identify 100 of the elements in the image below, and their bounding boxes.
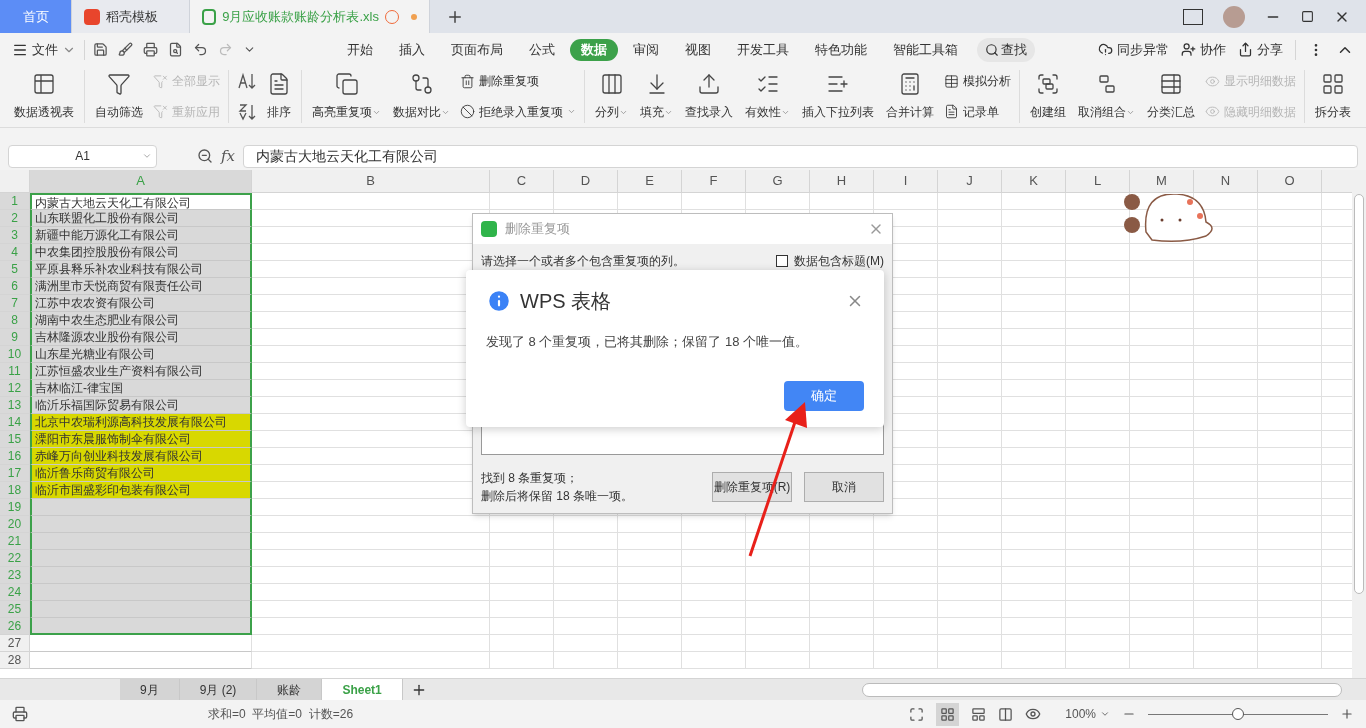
undo-icon[interactable] [193, 42, 208, 57]
ribbon-button[interactable]: 记录单 [944, 102, 1011, 121]
message-text: 发现了 8 个重复项，已将其删除；保留了 18 个唯一值。 [486, 333, 810, 351]
app-logo-icon [481, 221, 497, 237]
spreadsheet-icon [202, 8, 217, 25]
menu-tab[interactable]: 智能工具箱 [882, 38, 969, 61]
tab-label: 首页 [22, 7, 49, 26]
sort-ascending-icon[interactable] [237, 72, 257, 91]
column-header[interactable]: D [554, 170, 618, 192]
ok-button[interactable]: 确定 [784, 381, 864, 411]
header-checkbox[interactable]: 数据包含标题(M) [776, 252, 884, 270]
fullscreen-icon[interactable] [909, 706, 925, 722]
horizontal-scrollbar[interactable] [862, 682, 1342, 697]
column-header[interactable]: N [1194, 170, 1258, 192]
sheet-tab[interactable]: 9月 [120, 679, 180, 700]
column-header[interactable]: M [1130, 170, 1194, 192]
summary-text: 删除后将保留 18 条唯一项。 [481, 488, 633, 505]
formula-field[interactable]: 内蒙古大地云天化工有限公司 [243, 144, 1358, 168]
toolbar-button[interactable]: 同步异常 [1098, 39, 1169, 60]
column-header[interactable]: E [618, 170, 682, 192]
save-icon[interactable] [93, 42, 108, 57]
ribbon-button[interactable]: 自动筛选 [89, 66, 149, 127]
column-header[interactable]: H [810, 170, 874, 192]
row-header[interactable]: 27 [0, 635, 30, 652]
column-header[interactable]: F [682, 170, 746, 192]
column-header[interactable]: I [874, 170, 938, 192]
info-icon [486, 288, 512, 314]
ribbon-button[interactable]: 合并计算 [880, 66, 940, 127]
ribbon-button[interactable]: 拆分表 [1309, 66, 1357, 127]
table-icon [1159, 72, 1183, 96]
menu-tab[interactable]: 公式 [518, 38, 566, 61]
search-icon [985, 42, 999, 57]
eye-icon [1205, 104, 1220, 120]
zoom-slider[interactable] [1148, 708, 1328, 720]
name-box[interactable]: A1 [8, 144, 157, 168]
file-menu[interactable]: 文件 [12, 39, 76, 60]
window-count-icon[interactable] [1183, 8, 1203, 25]
sheet-tab[interactable]: 账龄 [257, 679, 323, 700]
table-cell: 吉林隆源农业股份有限公司 [30, 329, 252, 346]
checkbox[interactable] [776, 255, 788, 267]
column-header[interactable]: C [490, 170, 554, 192]
ribbon-button[interactable]: 排序 [261, 66, 297, 127]
page-layout-icon[interactable] [971, 706, 987, 722]
search-button[interactable]: 查找 [977, 37, 1035, 62]
ribbon-button[interactable]: 插入下拉列表 [796, 66, 880, 127]
funnel-icon [153, 104, 168, 120]
zoom-dropdown[interactable]: 100% [1065, 705, 1110, 723]
ribbon-button[interactable]: 创建组 [1024, 66, 1072, 127]
menu-tab[interactable]: 插入 [388, 38, 436, 61]
menu-tab[interactable]: 审阅 [622, 38, 670, 61]
toolbar-button[interactable]: 分享 [1238, 39, 1283, 60]
table-cell: 新疆中能万源化工有限公司 [30, 227, 252, 244]
sheet-tab[interactable]: 9月 (2) [179, 679, 258, 700]
column-header[interactable]: G [746, 170, 810, 192]
message-title: WPS 表格 [520, 289, 612, 314]
ribbon-button[interactable]: 删除重复项 [460, 72, 576, 91]
table-cell: 江苏恒盛农业生产资料有限公司 [30, 363, 252, 380]
zoom-icon[interactable] [197, 148, 213, 164]
menu-tab[interactable]: 开发工具 [726, 38, 800, 61]
restore-icon[interactable] [1301, 10, 1314, 23]
ribbon-button[interactable]: 填充 [634, 66, 679, 127]
row-header[interactable]: 28 [0, 652, 30, 669]
selection-stats: 求和=0 平均值=0 计数=26 [208, 706, 354, 723]
preview-icon[interactable] [168, 42, 183, 57]
ribbon-button[interactable]: 分列 [589, 66, 634, 127]
print-icon[interactable] [143, 42, 158, 57]
ribbon-button[interactable]: 数据透视表 [8, 66, 80, 127]
menu-tab[interactable]: 视图 [674, 38, 722, 61]
ribbon-button[interactable]: 分类汇总 [1141, 66, 1201, 127]
normal-view-button[interactable] [936, 702, 960, 726]
column-header[interactable]: K [1002, 170, 1066, 192]
ribbon-button[interactable]: 高亮重复项 [306, 66, 387, 127]
slider-thumb[interactable] [1232, 708, 1244, 720]
function-label[interactable]: fx [221, 144, 235, 168]
table-cell: 北京中农瑞利源高科技发展有限公司 [30, 414, 252, 431]
funnel-icon [153, 73, 168, 89]
ribbon-button[interactable]: 数据对比 [387, 66, 456, 127]
ribbon-button[interactable]: 有效性 [739, 66, 796, 127]
column-header[interactable]: J [938, 170, 1002, 192]
summary-text: 找到 8 条重复项； [481, 470, 580, 487]
zoom-in-icon[interactable] [1340, 707, 1354, 721]
dialog-button[interactable]: 取消 [804, 472, 884, 502]
window-tab[interactable]: 稻壳模板 [72, 0, 190, 33]
toolbar-button[interactable]: 协作 [1181, 39, 1226, 60]
column-header[interactable]: L [1066, 170, 1130, 192]
brush-icon[interactable] [118, 42, 133, 57]
share-icon [1238, 42, 1253, 57]
ribbon-button[interactable]: 模拟分析 [944, 72, 1011, 91]
menu-tab[interactable]: 页面布局 [440, 38, 514, 61]
column-header[interactable]: O [1258, 170, 1322, 192]
menu-tab[interactable]: 开始 [336, 38, 384, 61]
split-view-icon[interactable] [998, 706, 1014, 722]
ribbon-button[interactable]: 查找录入 [679, 66, 739, 127]
eye-icon[interactable] [1025, 706, 1042, 722]
menu-tab[interactable]: 特色功能 [804, 38, 878, 61]
ribbon-button[interactable]: 拒绝录入重复项 [460, 102, 576, 121]
sort-descending-icon[interactable] [237, 102, 257, 121]
table-cell: 赤峰万向创业科技发展有限公司 [30, 448, 252, 465]
column-header[interactable]: B [252, 170, 490, 192]
ribbon-button[interactable]: 取消组合 [1072, 66, 1141, 127]
